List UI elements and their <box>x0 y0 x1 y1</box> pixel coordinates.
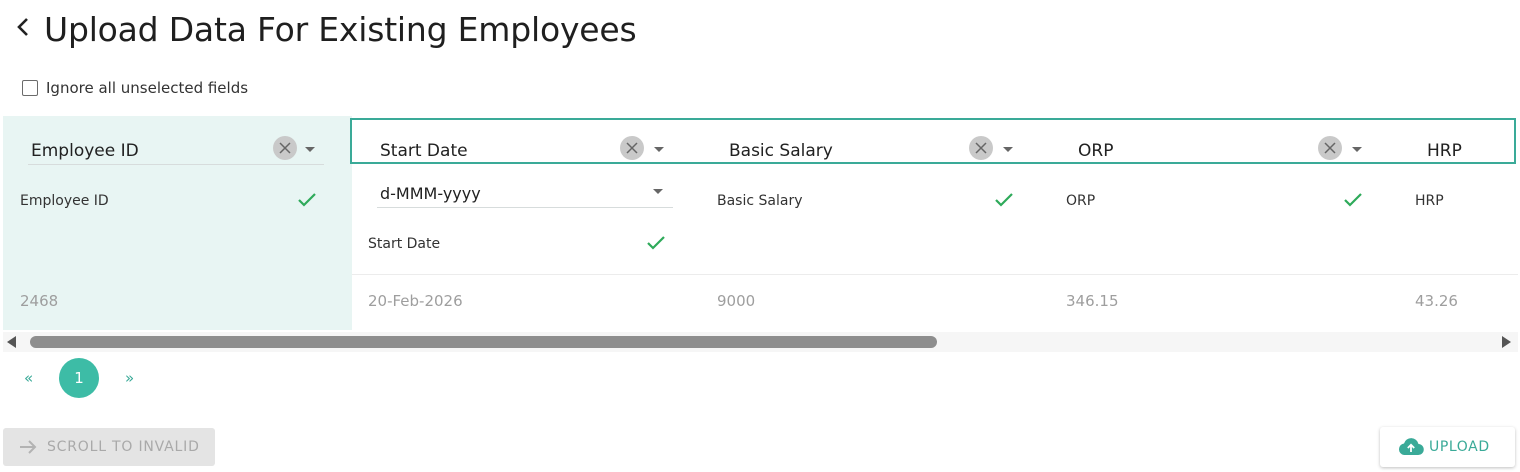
chevron-down-icon[interactable] <box>1352 147 1362 152</box>
chevron-down-icon[interactable] <box>1003 147 1013 152</box>
field-name: Basic Salary <box>717 193 803 209</box>
chevron-down-icon[interactable] <box>653 189 663 194</box>
date-format-value: d-MMM-yyyy <box>380 184 481 203</box>
checkbox-box[interactable] <box>22 80 38 96</box>
check-icon <box>995 193 1013 207</box>
column-start-date: Start Date d-MMM-yyyy Start Date 20-Feb-… <box>352 116 701 330</box>
cell-value: 346.15 <box>1066 292 1119 310</box>
column-select-value: ORP <box>1078 141 1114 161</box>
check-icon <box>1344 193 1362 207</box>
pagination-prev[interactable]: « <box>24 369 33 387</box>
field-name: Employee ID <box>20 193 109 209</box>
pagination-next[interactable]: » <box>125 369 134 387</box>
scroll-left-icon[interactable] <box>7 336 16 348</box>
field-name: ORP <box>1066 193 1096 209</box>
ignore-unselected-checkbox[interactable]: Ignore all unselected fields <box>22 77 248 99</box>
clear-icon[interactable] <box>620 136 644 160</box>
clear-icon[interactable] <box>273 136 297 160</box>
cloud-upload-icon <box>1398 438 1424 456</box>
cell-value: 20-Feb-2026 <box>368 292 463 310</box>
chevron-down-icon[interactable] <box>305 147 315 152</box>
clear-icon[interactable] <box>969 136 993 160</box>
check-icon <box>647 236 665 250</box>
scroll-to-invalid-button[interactable]: SCROLL TO INVALID <box>3 428 215 466</box>
column-employee-id: Employee ID Employee ID 2468 <box>3 116 352 330</box>
column-select-hrp[interactable]: HRP <box>1424 134 1518 164</box>
ignore-unselected-label: Ignore all unselected fields <box>46 79 249 97</box>
scrollbar-thumb[interactable] <box>30 336 937 348</box>
arrow-right-icon <box>20 440 37 454</box>
clear-icon[interactable] <box>1318 136 1342 160</box>
column-hrp: HRP HRP 43.26 <box>1399 116 1518 330</box>
page-title: Upload Data For Existing Employees <box>44 10 637 49</box>
column-select-value: Employee ID <box>31 141 139 161</box>
field-name: HRP <box>1415 193 1444 209</box>
upload-button[interactable]: UPLOAD <box>1380 427 1515 467</box>
scroll-right-icon[interactable] <box>1502 336 1511 348</box>
column-select-value: Basic Salary <box>729 141 833 161</box>
pagination-page-current[interactable]: 1 <box>59 358 99 398</box>
mapping-table: Employee ID Employee ID 2468 Start Date … <box>3 116 1518 330</box>
date-format-select[interactable]: d-MMM-yyyy <box>377 178 673 208</box>
back-icon[interactable] <box>12 12 34 42</box>
upload-label: UPLOAD <box>1429 439 1490 455</box>
check-icon <box>298 193 316 207</box>
column-select-value: HRP <box>1427 141 1462 161</box>
field-name: Start Date <box>368 236 441 252</box>
chevron-down-icon[interactable] <box>654 147 664 152</box>
row-divider <box>352 274 1518 275</box>
column-basic-salary: Basic Salary Basic Salary 9000 <box>701 116 1050 330</box>
cell-value: 2468 <box>20 292 59 310</box>
scroll-to-invalid-label: SCROLL TO INVALID <box>47 439 200 455</box>
cell-value: 43.26 <box>1415 292 1458 310</box>
column-orp: ORP ORP 346.15 <box>1050 116 1399 330</box>
cell-value: 9000 <box>717 292 756 310</box>
column-select-value: Start Date <box>380 141 468 161</box>
